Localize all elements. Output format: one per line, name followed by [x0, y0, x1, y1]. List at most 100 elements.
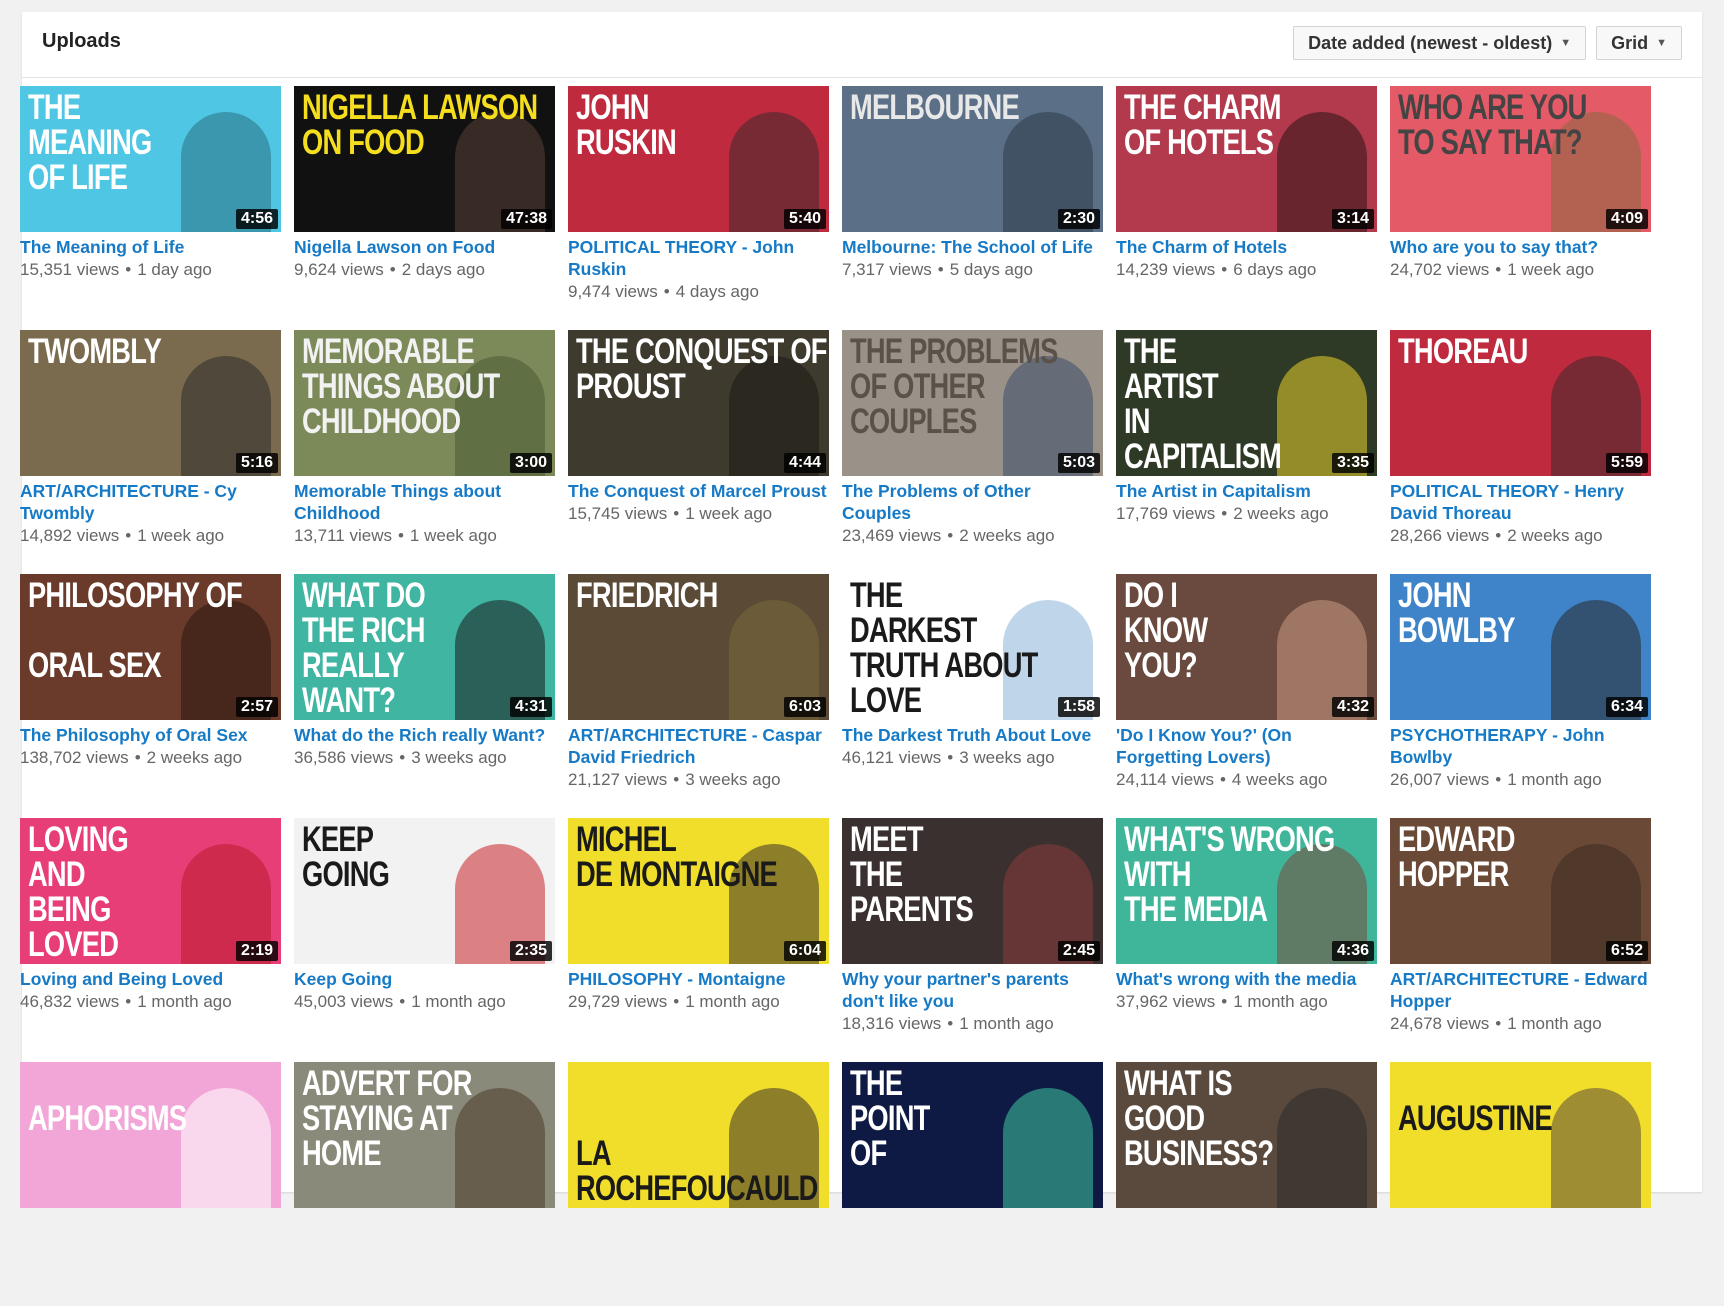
video-title-link[interactable]: The Problems of Other Couples	[842, 480, 1103, 524]
sort-dropdown[interactable]: Date added (newest - oldest) ▼	[1293, 26, 1587, 60]
video-title-link[interactable]: Who are you to say that?	[1390, 236, 1651, 258]
view-count: 14,239 views	[1116, 260, 1216, 279]
uploads-header: Uploads Date added (newest - oldest) ▼ G…	[22, 12, 1702, 78]
separator-dot: •	[125, 260, 132, 279]
upload-age: 4 weeks ago	[1231, 770, 1328, 789]
view-count: 9,624 views	[294, 260, 384, 279]
video-thumbnail[interactable]: THE ARTIST IN CAPITALISM 3:35	[1116, 330, 1377, 476]
view-count: 18,316 views	[842, 1014, 942, 1033]
video-title-link[interactable]: Loving and Being Loved	[20, 968, 281, 990]
video-thumbnail[interactable]: PHILOSOPHY OF ORAL SEX 2:57	[20, 574, 281, 720]
video-title-link[interactable]: PHILOSOPHY - Montaigne	[568, 968, 829, 990]
video-card: THOREAU 5:59 POLITICAL THEORY - Henry Da…	[1390, 330, 1651, 574]
video-thumbnail[interactable]: WHAT DO THE RICH REALLY WANT? 4:31	[294, 574, 555, 720]
video-thumbnail[interactable]: MELBOURNE 2:30	[842, 86, 1103, 232]
video-title-link[interactable]: The Artist in Capitalism	[1116, 480, 1377, 502]
video-title-link[interactable]: The Philosophy of Oral Sex	[20, 724, 281, 746]
video-title-link[interactable]: POLITICAL THEORY - John Ruskin	[568, 236, 829, 280]
page-title: Uploads	[42, 30, 121, 52]
video-duration: 5:40	[783, 209, 826, 229]
video-title-link[interactable]: Memorable Things about Childhood	[294, 480, 555, 524]
video-title-link[interactable]: The Charm of Hotels	[1116, 236, 1377, 258]
video-thumbnail[interactable]: AUGUSTINE	[1390, 1062, 1651, 1208]
video-thumbnail[interactable]: THOREAU 5:59	[1390, 330, 1651, 476]
view-count: 23,469 views	[842, 526, 942, 545]
video-duration: 4:09	[1605, 209, 1648, 229]
video-title-link[interactable]: 'Do I Know You?' (On Forgetting Lovers)	[1116, 724, 1377, 768]
video-meta: 7,317 views • 5 days ago	[842, 259, 1103, 281]
video-title-link[interactable]: Why your partner's parents don't like yo…	[842, 968, 1103, 1012]
video-card: THE CONQUEST OF PROUST 4:44 The Conquest…	[568, 330, 829, 574]
thumbnail-text: THE CONQUEST OF PROUST	[576, 332, 827, 406]
video-meta: 24,114 views • 4 weeks ago	[1116, 769, 1377, 791]
video-title-link[interactable]: The Meaning of Life	[20, 236, 281, 258]
video-thumbnail[interactable]: WHAT'S WRONG WITH THE MEDIA 4:36	[1116, 818, 1377, 964]
video-meta: 23,469 views • 2 weeks ago	[842, 525, 1103, 547]
video-thumbnail[interactable]: WHAT IS GOOD BUSINESS?	[1116, 1062, 1377, 1208]
separator-dot: •	[397, 526, 404, 545]
video-title-link[interactable]: The Darkest Truth About Love	[842, 724, 1103, 746]
video-title-link[interactable]: What do the Rich really Want?	[294, 724, 555, 746]
video-meta: 21,127 views • 3 weeks ago	[568, 769, 829, 791]
thumbnail-text: JOHN RUSKIN	[576, 88, 677, 162]
video-title-link[interactable]: Nigella Lawson on Food	[294, 236, 555, 258]
video-title-link[interactable]: ART/ARCHITECTURE - Cy Twombly	[20, 480, 281, 524]
video-thumbnail[interactable]: JOHN RUSKIN 5:40	[568, 86, 829, 232]
video-title-link[interactable]: PSYCHOTHERAPY - John Bowlby	[1390, 724, 1651, 768]
video-title-link[interactable]: What's wrong with the media	[1116, 968, 1377, 990]
view-dropdown[interactable]: Grid ▼	[1596, 26, 1682, 60]
video-thumbnail[interactable]: THE CHARM OF HOTELS 3:14	[1116, 86, 1377, 232]
separator-dot: •	[947, 748, 954, 767]
video-thumbnail[interactable]: MEMORABLE THINGS ABOUT CHILDHOOD 3:00	[294, 330, 555, 476]
video-card: AUGUSTINE	[1390, 1062, 1651, 1306]
video-meta: 17,769 views • 2 weeks ago	[1116, 503, 1377, 525]
video-thumbnail[interactable]: EDWARD HOPPER 6:52	[1390, 818, 1651, 964]
video-thumbnail[interactable]: NIGELLA LAWSON ON FOOD 47:38	[294, 86, 555, 232]
video-thumbnail[interactable]: TWOMBLY 5:16	[20, 330, 281, 476]
video-title-link[interactable]: Melbourne: The School of Life	[842, 236, 1103, 258]
video-thumbnail[interactable]: JOHN BOWLBY 6:34	[1390, 574, 1651, 720]
video-thumbnail[interactable]: DO I KNOW YOU? 4:32	[1116, 574, 1377, 720]
video-title-link[interactable]: The Conquest of Marcel Proust	[568, 480, 829, 502]
upload-age: 1 month ago	[1507, 1014, 1602, 1033]
separator-dot: •	[937, 260, 944, 279]
video-title-link[interactable]: Keep Going	[294, 968, 555, 990]
video-thumbnail[interactable]: WHO ARE YOU TO SAY THAT? 4:09	[1390, 86, 1651, 232]
video-title-link[interactable]: POLITICAL THEORY - Henry David Thoreau	[1390, 480, 1651, 524]
thumbnail-text: DO I KNOW YOU?	[1124, 576, 1208, 685]
video-duration: 4:56	[235, 209, 278, 229]
video-thumbnail[interactable]: THE MEANING OF LIFE 4:56	[20, 86, 281, 232]
video-title-link[interactable]: ART/ARCHITECTURE - Edward Hopper	[1390, 968, 1651, 1012]
video-thumbnail[interactable]: KEEP GOING 2:35	[294, 818, 555, 964]
video-duration: 4:44	[783, 453, 826, 473]
video-thumbnail[interactable]: LA ROCHEFOUCAULD	[568, 1062, 829, 1208]
video-meta: 26,007 views • 1 month ago	[1390, 769, 1651, 791]
video-thumbnail[interactable]: MEET THE PARENTS 2:45	[842, 818, 1103, 964]
thumbnail-text: JOHN BOWLBY	[1398, 576, 1515, 650]
video-title-link[interactable]: ART/ARCHITECTURE - Caspar David Friedric…	[568, 724, 829, 768]
separator-dot: •	[1495, 526, 1502, 545]
video-duration: 2:19	[235, 941, 278, 961]
video-thumbnail[interactable]: THE CONQUEST OF PROUST 4:44	[568, 330, 829, 476]
separator-dot: •	[1495, 770, 1502, 789]
header-controls: Date added (newest - oldest) ▼ Grid ▼	[1293, 26, 1682, 60]
view-count: 17,769 views	[1116, 504, 1216, 523]
upload-age: 3 weeks ago	[959, 748, 1055, 767]
upload-age: 6 days ago	[1233, 260, 1317, 279]
view-count: 14,892 views	[20, 526, 120, 545]
video-thumbnail[interactable]: ADVERT FOR STAYING AT HOME	[294, 1062, 555, 1208]
video-thumbnail[interactable]: MICHEL DE MONTAIGNE 6:04	[568, 818, 829, 964]
video-thumbnail[interactable]: THE DARKEST TRUTH ABOUT LOVE 1:58	[842, 574, 1103, 720]
video-card: JOHN BOWLBY 6:34 PSYCHOTHERAPY - John Bo…	[1390, 574, 1651, 818]
separator-dot: •	[947, 1014, 954, 1033]
video-meta: 138,702 views • 2 weeks ago	[20, 747, 281, 769]
video-thumbnail[interactable]: THE POINT OF	[842, 1062, 1103, 1208]
video-thumbnail[interactable]: LOVING AND BEING LOVED 2:19	[20, 818, 281, 964]
video-card: KEEP GOING 2:35 Keep Going 45,003 views •…	[294, 818, 555, 1062]
video-thumbnail[interactable]: FRIEDRICH 6:03	[568, 574, 829, 720]
video-card: THE PROBLEMS OF OTHER COUPLES 5:03 The P…	[842, 330, 1103, 574]
video-thumbnail[interactable]: THE PROBLEMS OF OTHER COUPLES 5:03	[842, 330, 1103, 476]
video-card: LA ROCHEFOUCAULD	[568, 1062, 829, 1306]
video-meta: 14,892 views • 1 week ago	[20, 525, 281, 547]
video-thumbnail[interactable]: APHORISMS	[20, 1062, 281, 1208]
